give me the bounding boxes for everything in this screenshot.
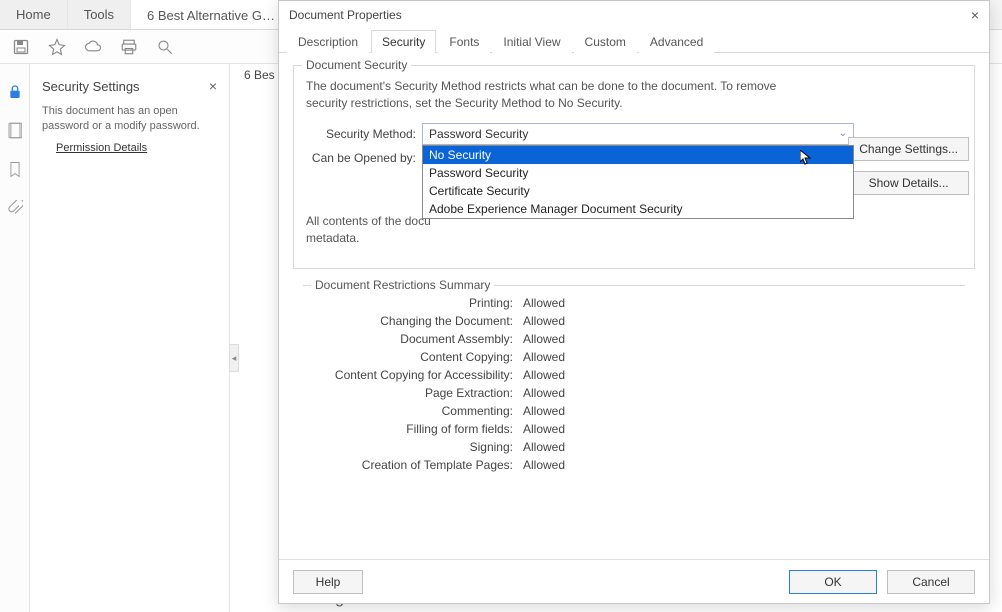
restriction-row: Creation of Template Pages: Allowed bbox=[303, 458, 965, 472]
restriction-row: Content Copying: Allowed bbox=[303, 350, 965, 364]
security-description: The document's Security Method restricts… bbox=[306, 78, 806, 113]
restriction-row: Filling of form fields: Allowed bbox=[303, 422, 965, 436]
print-icon[interactable] bbox=[120, 38, 138, 56]
restriction-label: Content Copying: bbox=[303, 350, 513, 364]
security-method-select[interactable]: Password Security ⌄ No Security Password… bbox=[422, 123, 854, 145]
show-details-button[interactable]: Show Details... bbox=[848, 171, 969, 195]
tab-advanced[interactable]: Advanced bbox=[639, 30, 714, 53]
restrictions-group: Document Restrictions Summary Printing:A… bbox=[293, 285, 975, 490]
dropdown-option-certificate-security[interactable]: Certificate Security bbox=[423, 182, 853, 200]
security-method-dropdown: No Security Password Security Certificat… bbox=[422, 145, 854, 219]
restriction-label: Signing: bbox=[303, 440, 513, 454]
restriction-label: Commenting: bbox=[303, 404, 513, 418]
restriction-row: Commenting: Allowed bbox=[303, 404, 965, 418]
restriction-label: Changing the Document: bbox=[303, 314, 513, 328]
restriction-value: Allowed bbox=[523, 350, 565, 364]
encryption-note-line2: metadata. bbox=[306, 231, 359, 245]
change-settings-button[interactable]: Change Settings... bbox=[848, 137, 969, 161]
restriction-row: Document Assembly: Allowed bbox=[303, 332, 965, 346]
restriction-row: Changing the Document: Allowed bbox=[303, 314, 965, 328]
restriction-row: Content Copying for Accessibility: Allowe… bbox=[303, 368, 965, 382]
security-method-label: Security Method: bbox=[304, 127, 416, 141]
restriction-row: Printing: Allowed bbox=[303, 296, 965, 310]
star-icon[interactable] bbox=[48, 38, 66, 56]
chevron-down-icon: ⌄ bbox=[839, 128, 847, 139]
restriction-value: Allowed bbox=[523, 422, 565, 436]
encryption-note-line1: All contents of the docu bbox=[306, 214, 431, 228]
security-method-value: Password Security bbox=[429, 127, 528, 141]
zoom-icon[interactable] bbox=[156, 38, 174, 56]
attachment-icon[interactable] bbox=[7, 200, 23, 218]
restriction-label: Printing: bbox=[303, 296, 513, 310]
restriction-value: Allowed bbox=[523, 404, 565, 418]
dialog-footer: Help OK Cancel bbox=[279, 559, 989, 603]
dropdown-option-no-security[interactable]: No Security bbox=[423, 146, 853, 164]
restrictions-list: Printing: Allowed Changing the Document: Al… bbox=[303, 296, 965, 472]
restriction-row: Page Extraction: Allowed bbox=[303, 386, 965, 400]
tab-tools[interactable]: Tools bbox=[68, 0, 131, 29]
tab-initial-view[interactable]: Initial View bbox=[492, 30, 571, 53]
restriction-value: Allowed bbox=[523, 332, 565, 346]
tab-fonts[interactable]: Fonts bbox=[438, 30, 490, 53]
dialog-body: Document Security The document's Securit… bbox=[279, 53, 989, 559]
restriction-value: Allowed bbox=[523, 386, 565, 400]
restriction-value: Allowed bbox=[523, 440, 565, 454]
panel-collapse-handle[interactable]: ◂ bbox=[229, 344, 239, 372]
dialog-tab-bar: Description Security Fonts Initial View … bbox=[279, 29, 989, 53]
document-properties-dialog: Document Properties × Description Securi… bbox=[278, 0, 990, 604]
cancel-button[interactable]: Cancel bbox=[887, 570, 975, 594]
restriction-value: Allowed bbox=[523, 368, 565, 382]
restriction-value: Allowed bbox=[523, 314, 565, 328]
ok-button[interactable]: OK bbox=[789, 570, 877, 594]
restriction-label: Creation of Template Pages: bbox=[303, 458, 513, 472]
side-button-column: Change Settings... Show Details... bbox=[848, 137, 969, 195]
restriction-value: Allowed bbox=[523, 296, 565, 310]
bookmark-icon[interactable] bbox=[8, 161, 22, 178]
dropdown-option-password-security[interactable]: Password Security bbox=[423, 164, 853, 182]
restriction-label: Filling of form fields: bbox=[303, 422, 513, 436]
panel-description: This document has an open password or a … bbox=[42, 104, 217, 134]
tab-file-label: 6 Best Alternative G… bbox=[147, 8, 275, 23]
restriction-label: Content Copying for Accessibility: bbox=[303, 368, 513, 382]
restriction-label: Document Assembly: bbox=[303, 332, 513, 346]
save-icon[interactable] bbox=[12, 38, 30, 56]
restriction-value: Allowed bbox=[523, 458, 565, 472]
permission-details-link[interactable]: Permission Details bbox=[56, 142, 147, 154]
tab-home[interactable]: Home bbox=[0, 0, 68, 29]
dropdown-option-aem-security[interactable]: Adobe Experience Manager Document Securi… bbox=[423, 200, 853, 218]
tab-custom[interactable]: Custom bbox=[574, 30, 637, 53]
can-be-opened-label: Can be Opened by: bbox=[304, 151, 416, 165]
restrictions-title: Document Restrictions Summary bbox=[311, 278, 494, 292]
help-button[interactable]: Help bbox=[293, 570, 363, 594]
security-settings-panel: Security Settings × This document has an… bbox=[30, 64, 230, 612]
group-title: Document Security bbox=[302, 58, 411, 72]
page-icon[interactable] bbox=[7, 122, 22, 139]
lock-icon[interactable] bbox=[7, 84, 23, 100]
dialog-titlebar: Document Properties × bbox=[279, 1, 989, 29]
dialog-title: Document Properties bbox=[289, 8, 402, 22]
restriction-row: Signing: Allowed bbox=[303, 440, 965, 454]
left-rail bbox=[0, 64, 30, 612]
dialog-close-icon[interactable]: × bbox=[971, 7, 979, 23]
panel-close-icon[interactable]: × bbox=[209, 78, 217, 94]
restriction-label: Page Extraction: bbox=[303, 386, 513, 400]
panel-title: Security Settings bbox=[42, 79, 140, 94]
cloud-icon[interactable] bbox=[84, 38, 102, 56]
tab-description[interactable]: Description bbox=[287, 30, 369, 53]
tab-security[interactable]: Security bbox=[371, 30, 436, 53]
document-heading-snippet: 6 Bes bbox=[244, 68, 275, 82]
